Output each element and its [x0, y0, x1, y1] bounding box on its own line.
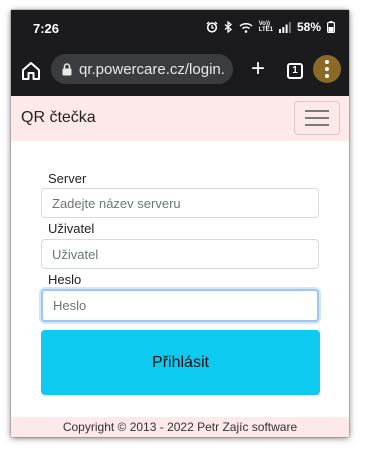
- lock-icon: [62, 62, 72, 76]
- password-label: Heslo: [48, 272, 82, 287]
- more-vertical-icon[interactable]: [313, 55, 341, 83]
- system-icons: Vo)) LTE1 58%: [206, 20, 335, 34]
- phone-screen: 7:26 Vo)) LTE1 58% qr.powercare.cz/login…: [11, 10, 349, 437]
- password-input[interactable]: Heslo: [41, 289, 319, 322]
- home-icon[interactable]: [19, 59, 43, 83]
- hamburger-icon[interactable]: [294, 101, 340, 135]
- battery-icon: [327, 21, 335, 33]
- browser-toolbar: qr.powercare.cz/login. + 1: [11, 44, 349, 96]
- server-input[interactable]: Zadejte název serveru: [41, 188, 319, 218]
- address-bar[interactable]: qr.powercare.cz/login.: [51, 54, 233, 84]
- signal-icon: [278, 21, 291, 33]
- user-label: Uživatel: [48, 221, 95, 236]
- footer-copyright: Copyright © 2013 - 2022 Petr Zajíc softw…: [11, 417, 349, 437]
- status-time: 7:26: [33, 21, 60, 36]
- user-input[interactable]: Uživatel: [41, 239, 319, 269]
- bluetooth-icon: [224, 21, 233, 33]
- wifi-icon: [239, 22, 253, 33]
- battery-percent: 58%: [296, 20, 321, 34]
- alarm-icon: [206, 21, 218, 33]
- brand-title[interactable]: QR čtečka: [21, 109, 96, 127]
- login-button[interactable]: Přihlásit: [41, 330, 320, 395]
- url-text: qr.powercare.cz/login.: [79, 60, 225, 78]
- tab-switcher-button[interactable]: 1: [287, 63, 303, 79]
- status-bar: 7:26 Vo)) LTE1 58%: [11, 10, 349, 44]
- server-label: Server: [48, 171, 87, 186]
- volte-label: Vo)) LTE1: [258, 21, 273, 33]
- plus-icon[interactable]: +: [247, 57, 269, 81]
- app-navbar: QR čtečka: [11, 96, 349, 141]
